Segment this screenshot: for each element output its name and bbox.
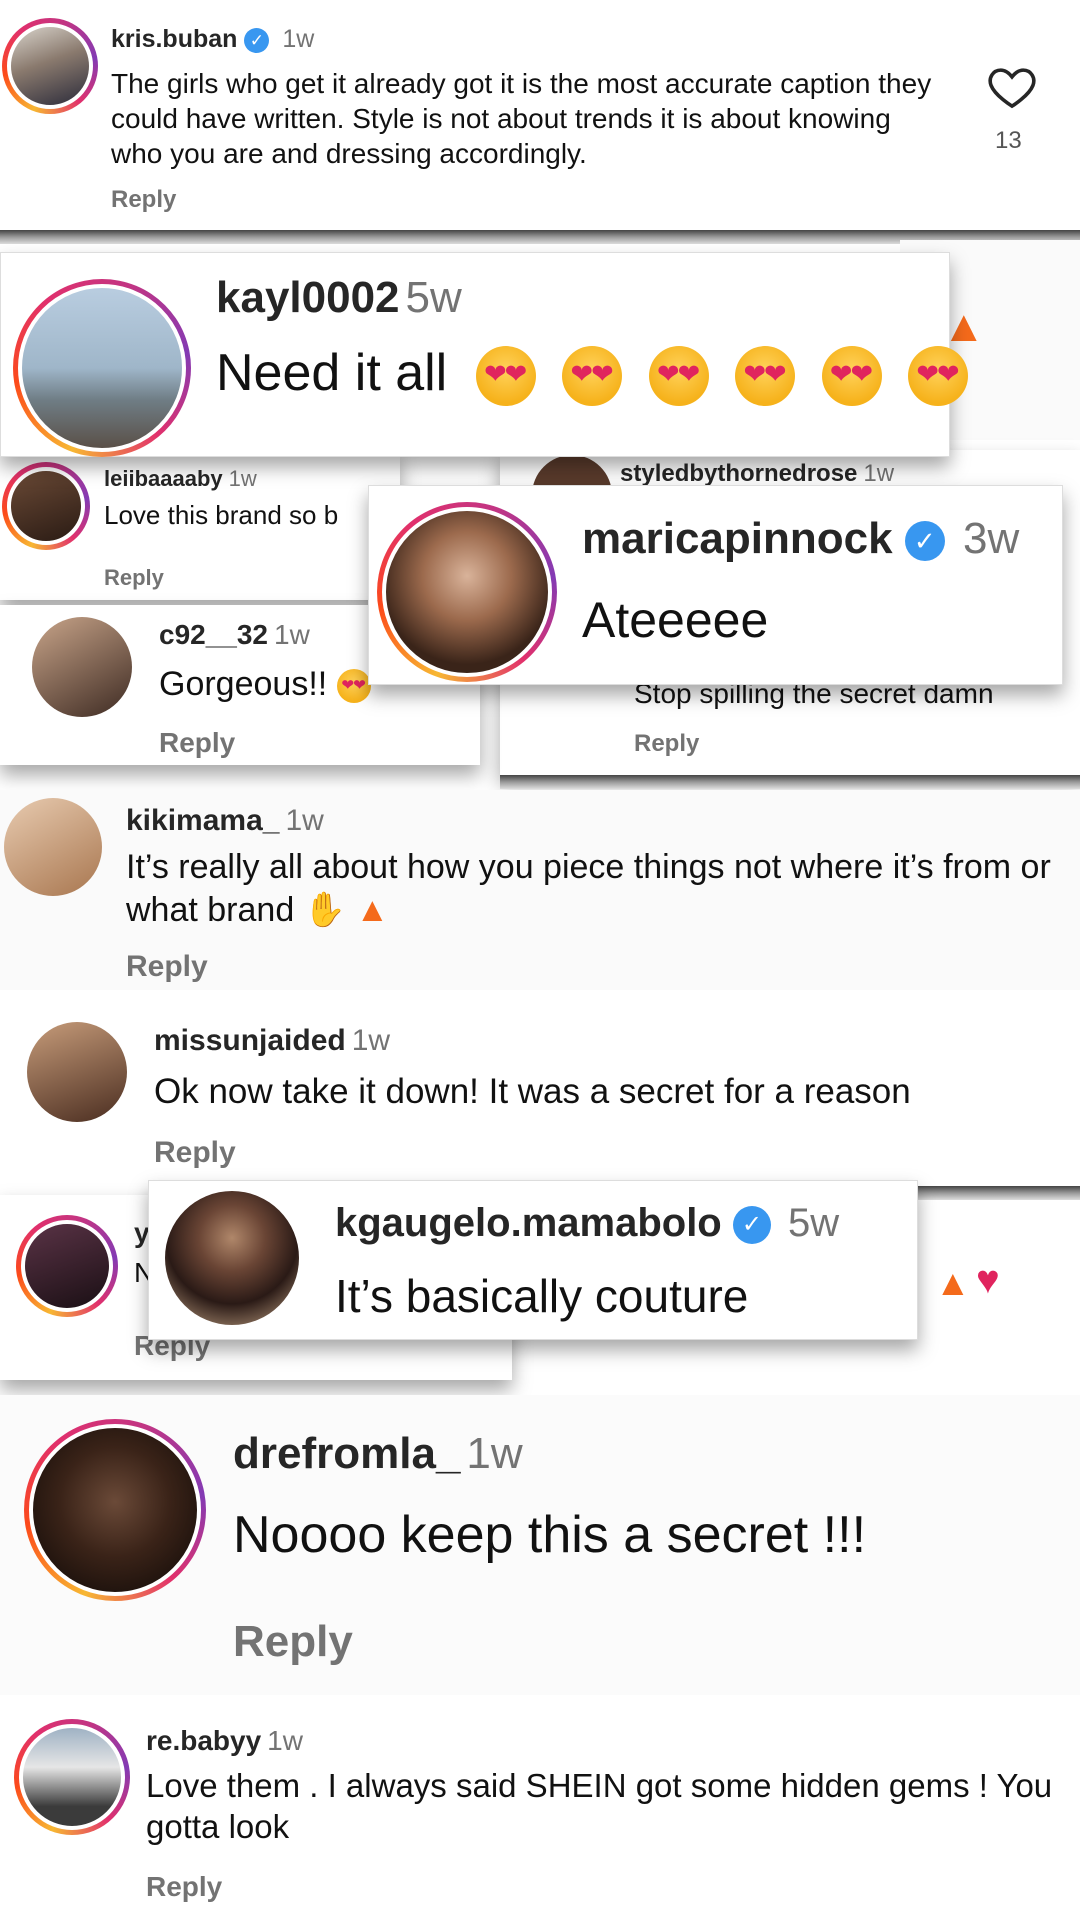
username[interactable]: missunjaided 1w [154,1024,390,1058]
avatar[interactable] [24,1419,206,1601]
comment-leii: leiibaaaaby 1w Love this brand so b Reply [0,450,400,600]
heart-eyes-emoji-icon [648,346,709,407]
username[interactable]: kayl0002 5w [216,273,462,323]
avatar[interactable] [2,18,98,114]
divider [500,775,1080,789]
avatar[interactable] [16,1215,118,1317]
comment-text: Love them . I always said SHEIN got some… [146,1767,1053,1845]
comment-miss: missunjaided 1w Ok now take it down! It w… [0,1000,1080,1180]
red-heart-icon: ♥ [976,1258,1000,1302]
verified-badge-icon: ✓ [732,1206,771,1245]
verified-badge-icon: ✓ [904,521,945,562]
comment-text: Ateeeee [582,592,769,648]
timestamp: 1w [282,25,315,53]
heart-outline-icon[interactable] [985,60,1039,114]
avatar[interactable] [377,502,557,682]
avatar[interactable] [13,279,191,457]
smiling-emoji-icon [336,669,371,704]
username[interactable]: maricapinnock ✓ 3w [582,514,1019,564]
comment-kiki: kikimama_ 1w It’s really all about how yo… [0,790,1080,990]
reply-button[interactable]: Reply [104,565,164,591]
fire-icon: ▲ [935,1262,971,1303]
divider [900,1186,1080,1200]
comment-text: It’s basically couture [335,1270,749,1322]
comment-text: The girls who get it already got it is t… [111,68,932,169]
comment-re: re.babyy 1w Love them . I always said SHE… [0,1705,1080,1920]
heart-eyes-emoji-icon [562,346,623,407]
reply-button[interactable]: Reply [233,1617,353,1667]
heart-eyes-emoji-icon [735,346,796,407]
username[interactable]: c92__32 1w [159,619,310,651]
reply-button[interactable]: Reply [111,186,176,214]
reply-button[interactable]: Reply [154,1136,236,1170]
username[interactable]: kris.buban ✓ 1w [111,25,314,54]
clapping-hands-emoji-icon: ✋ [303,891,347,929]
heart-eyes-emoji-icon [821,346,882,407]
heart-eyes-emoji-icon [907,346,968,407]
username[interactable]: drefromla_ 1w [233,1429,523,1479]
avatar[interactable] [2,462,90,550]
reply-button[interactable]: Reply [159,727,235,759]
like-count: 13 [995,127,1022,154]
comment-text: Love this brand so b [104,500,339,530]
avatar[interactable] [14,1719,130,1835]
avatar[interactable] [27,1022,127,1122]
username[interactable]: kikimama_ 1w [126,804,324,838]
avatar[interactable] [4,798,102,896]
username[interactable]: leiibaaaaby 1w [104,466,257,492]
verified-badge-icon: ✓ [244,27,270,53]
username[interactable]: styledbythornedrose 1w [620,460,894,488]
comment-text: It’s really all about how you piece thin… [126,848,1051,929]
comment-text: Ok now take it down! It was a secret for… [154,1072,911,1111]
comment-marica: maricapinnock ✓ 3w Ateeeee [368,485,1063,685]
reply-button[interactable]: Reply [634,730,699,758]
reply-button[interactable]: Reply [146,1871,222,1903]
avatar[interactable] [165,1191,299,1325]
heart-eyes-emoji-icon [475,346,536,407]
username[interactable]: kgaugelo.mamabolo ✓ 5w [335,1201,839,1246]
comment-text: Need it all [216,343,968,407]
comment-kayl: kayl0002 5w Need it all [0,252,968,457]
comment-text: Gorgeous!! [159,665,371,704]
reply-button[interactable]: Reply [126,950,208,984]
comment-text: Noooo keep this a secret !!! [233,1506,867,1564]
comment-kris: kris.buban ✓ 1w The girls who get it alr… [0,0,1080,222]
username[interactable]: re.babyy 1w [146,1725,303,1757]
fire-icon: ▲ [355,891,390,929]
avatar[interactable] [32,617,132,717]
comment-dre: drefromla_ 1w Noooo keep this a secret !!… [0,1395,1080,1695]
comment-kgaugelo: kgaugelo.mamabolo ✓ 5w It’s basically co… [148,1180,918,1340]
